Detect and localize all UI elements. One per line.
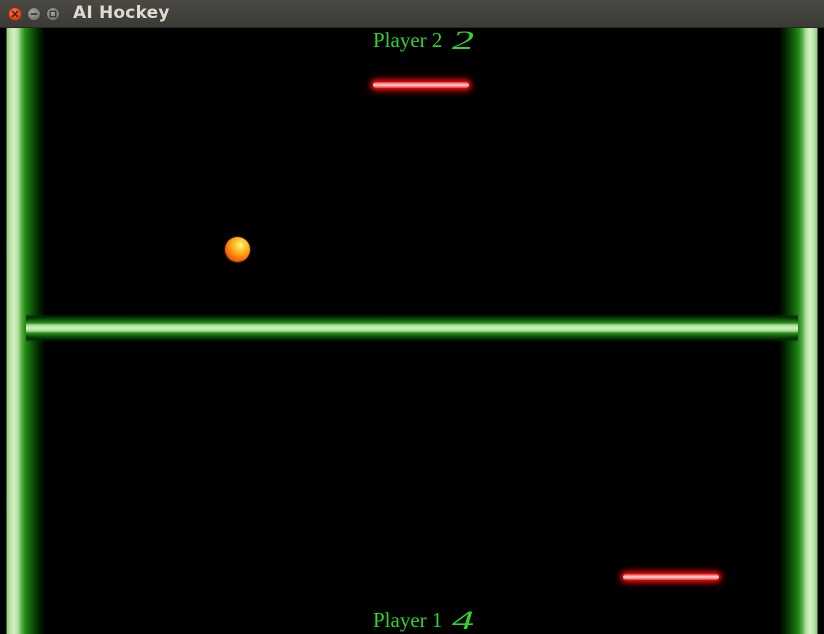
center-line [26, 314, 798, 342]
close-icon[interactable] [8, 7, 22, 21]
title-bar: AI Hockey [0, 0, 824, 28]
game-board[interactable]: Player 2 2 Player 1 4 [0, 28, 824, 634]
maximize-icon[interactable] [46, 7, 60, 21]
player2-paddle [373, 82, 469, 88]
puck [225, 237, 250, 262]
minimize-icon[interactable] [27, 7, 41, 21]
player2-score: 2 [452, 28, 475, 55]
app-window: AI Hockey Player 2 2 Player 1 4 [0, 0, 824, 634]
window-title: AI Hockey [73, 3, 170, 23]
player1-label: Player 1 [373, 608, 443, 632]
player2-label: Player 2 [373, 28, 443, 52]
player1-score: 4 [452, 606, 475, 634]
player1-paddle[interactable] [623, 574, 719, 580]
